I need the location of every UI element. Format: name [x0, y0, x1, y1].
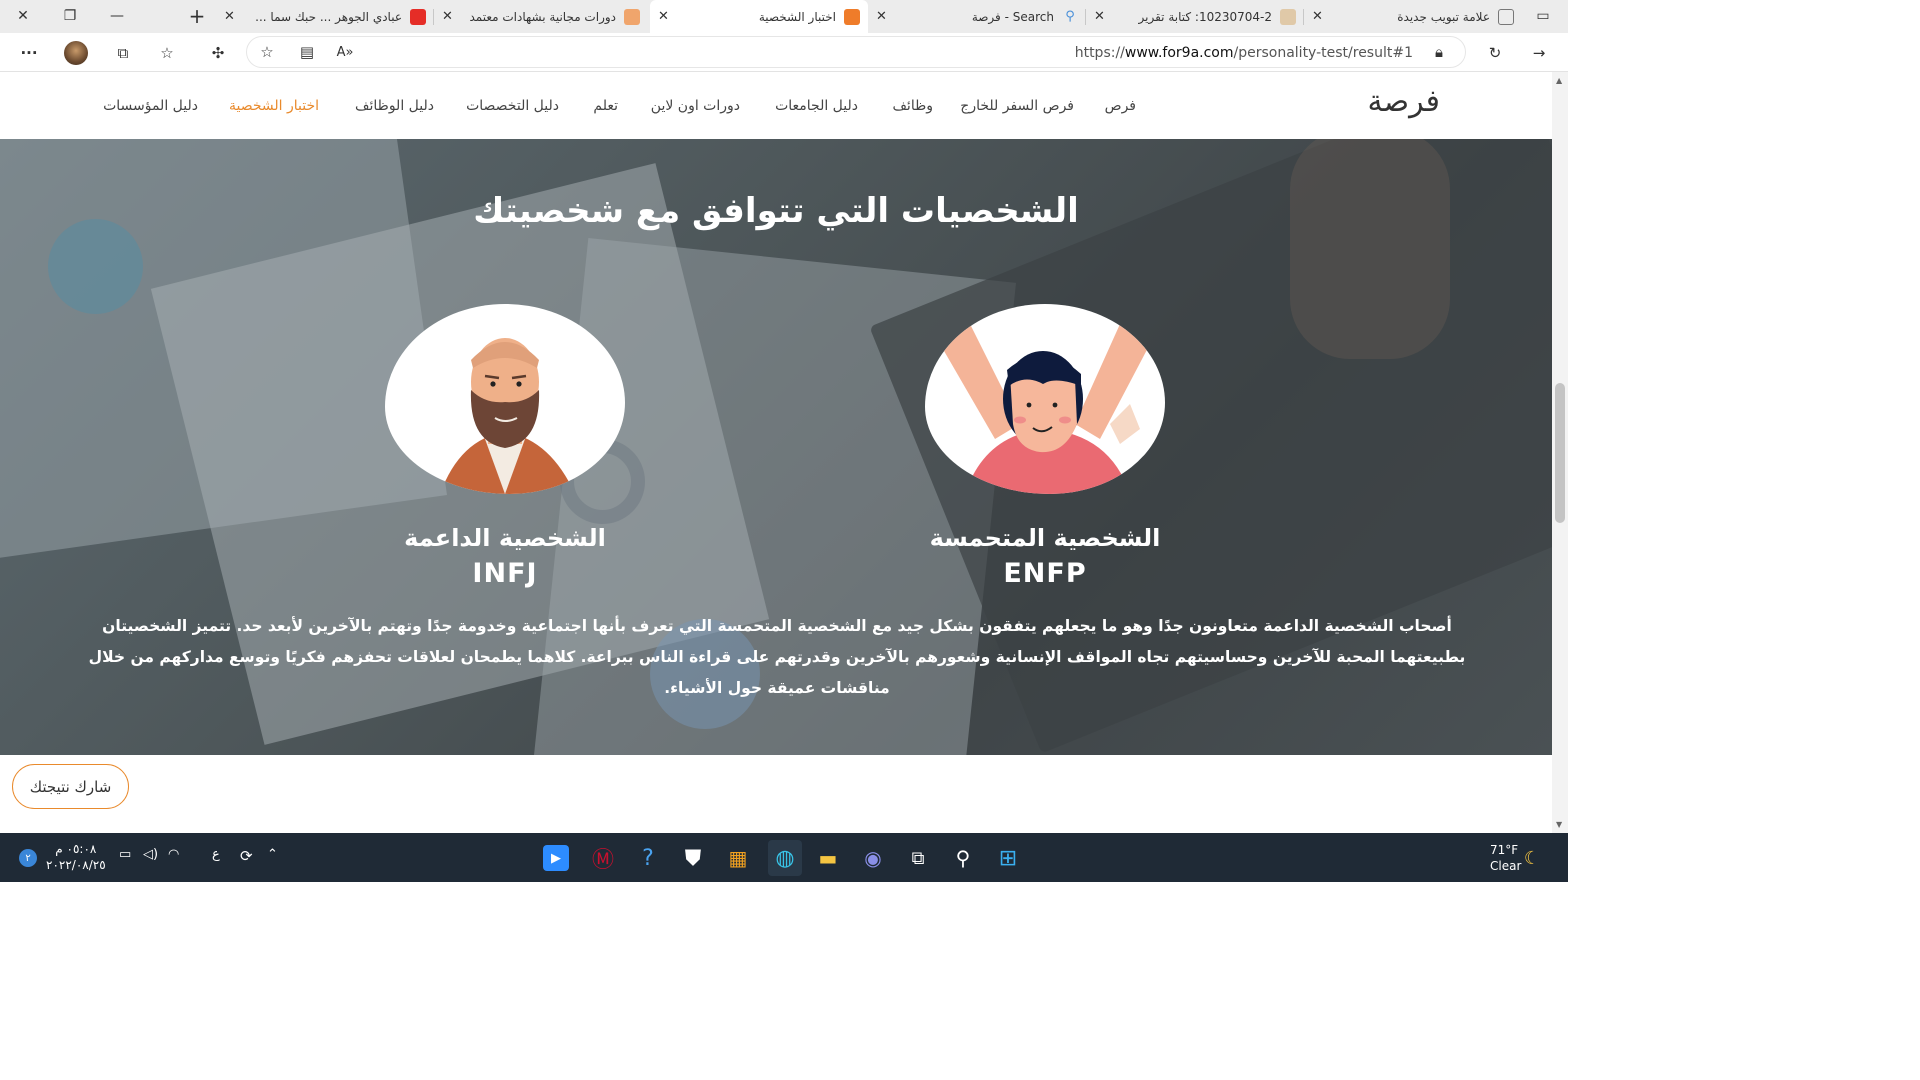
scroll-thumb[interactable]	[1555, 383, 1565, 523]
nav-travel[interactable]: فرص السفر للخارج	[960, 98, 1074, 114]
for9a-favicon-icon	[844, 8, 860, 25]
section-title: الشخصيات التي تتوافق مع شخصيتك	[473, 191, 1079, 231]
tab-personality-test[interactable]: ✕ اختبار الشخصية	[650, 0, 868, 33]
site-header: فرصة فرص فرص السفر للخارج وظائف دليل الج…	[0, 72, 1552, 139]
page-scrollbar[interactable]: ▲ ▼	[1552, 72, 1568, 833]
start-icon[interactable]: ⊞	[993, 843, 1023, 873]
nav-opportunities[interactable]: فرص	[1105, 98, 1136, 114]
windows-taskbar: 71°F Clear ☾ ▶ Ⓜ ? ⛊ ▦ ◍ ▬ ◉ ⧉ ⚲ ⊞ ⌃ ⟳ ع…	[0, 833, 1568, 882]
infj-name: الشخصية الداعمة	[404, 524, 606, 552]
background-pie-chart	[48, 219, 143, 314]
search-icon[interactable]: ⚲	[948, 843, 978, 873]
more-menu-icon[interactable]: ···	[15, 40, 43, 66]
forward-icon[interactable]: →	[1525, 40, 1553, 66]
enfp-type: الشخصية المتحمسة ENFP	[895, 524, 1195, 589]
immersive-reader-icon[interactable]: ▤	[293, 39, 321, 65]
new-tab-page-icon	[1498, 8, 1514, 25]
tab-courses[interactable]: ✕ دورات مجانية بشهادات معتمد	[434, 0, 648, 33]
refresh-icon[interactable]: ↻	[1481, 40, 1509, 66]
youtube-icon	[410, 8, 426, 25]
file-explorer-icon[interactable]: ▬	[813, 843, 843, 873]
close-tab-icon[interactable]: ✕	[1312, 9, 1328, 24]
nav-online-courses[interactable]: دورات اون لاين	[651, 98, 740, 114]
tab-actions-icon[interactable]: ▭	[1530, 4, 1556, 28]
close-tab-icon[interactable]: ✕	[658, 9, 674, 24]
new-tab-icon[interactable]: +	[184, 4, 210, 28]
scroll-up-icon[interactable]: ▲	[1556, 76, 1562, 85]
nav-jobs[interactable]: وظائف	[892, 98, 933, 114]
clock-time: ٠٥:٠٨ م	[55, 842, 97, 856]
notification-badge[interactable]: ٢	[19, 849, 37, 867]
nav-learn[interactable]: تعلم	[593, 98, 618, 114]
url-text: https://www.for9a.com/personality-test/r…	[1074, 45, 1413, 61]
nav-personality-test[interactable]: اختبار الشخصية	[229, 98, 319, 114]
compatibility-description: أصحاب الشخصية الداعمة متعاونون جدًا وهو …	[88, 617, 1466, 697]
battery-icon[interactable]: ▭	[119, 847, 131, 862]
moon-icon: ☾	[1523, 847, 1541, 869]
tab-title: 10230704-2: كتابة تقرير	[1138, 9, 1272, 24]
profile-avatar[interactable]	[62, 40, 90, 66]
show-hidden-icons-icon[interactable]: ⌃	[267, 847, 278, 862]
address-bar[interactable]: ☆ ▤ A» https://www.for9a.com/personality…	[246, 36, 1466, 68]
background-hand	[1290, 139, 1450, 359]
favorites-icon[interactable]: ☆	[153, 40, 181, 66]
close-tab-icon[interactable]: ✕	[224, 9, 240, 24]
infj-code: INFJ	[472, 558, 538, 589]
enfp-code: ENFP	[1003, 558, 1087, 589]
edge-icon[interactable]: ◍	[768, 840, 802, 876]
tab-title: Search - فرصة	[971, 9, 1054, 24]
tab-report[interactable]: ✕ 10230704-2: كتابة تقرير	[1086, 0, 1304, 33]
clock-date: ٢٠٢٢/٠٨/٢٥	[46, 858, 106, 872]
infj-avatar	[385, 304, 625, 494]
mcafee-icon[interactable]: Ⓜ	[588, 843, 618, 873]
restore-window-icon[interactable]: ❐	[57, 4, 83, 28]
enfp-name: الشخصية المتحمسة	[929, 524, 1161, 552]
tab-youtube[interactable]: ✕ عبادي الجوهر ... حبك سما ...	[216, 0, 434, 33]
collections-icon[interactable]: ⧉	[109, 40, 137, 66]
address-toolbar: ··· ⧉ ☆ ✣ ☆ ▤ A» https://www.for9a.com/p…	[0, 33, 1568, 72]
tab-title: عبادي الجوهر ... حبك سما ...	[255, 9, 402, 24]
input-language[interactable]: ع	[212, 847, 220, 862]
tab-title: اختبار الشخصية	[758, 9, 836, 24]
read-aloud-icon[interactable]: A»	[331, 39, 359, 65]
chat-icon[interactable]: ◉	[858, 843, 888, 873]
zoom-icon[interactable]: ▶	[543, 845, 569, 871]
app-shield-icon[interactable]: ⛊	[678, 843, 708, 873]
nav-job-guide[interactable]: دليل الوظائف	[355, 98, 434, 114]
tab-title: علامة تبويب جديدة	[1397, 9, 1490, 24]
tab-search[interactable]: ✕ Search - فرصة ⚲	[868, 0, 1086, 33]
close-tab-icon[interactable]: ✕	[876, 9, 892, 24]
sync-icon[interactable]: ⟳	[240, 847, 253, 865]
clock[interactable]: ٠٥:٠٨ م ٢٠٢٢/٠٨/٢٥	[46, 841, 106, 873]
report-favicon-icon	[1280, 8, 1296, 25]
nav-institutions[interactable]: دليل المؤسسات	[103, 98, 198, 114]
enfp-avatar	[925, 304, 1165, 494]
infj-type: الشخصية الداعمة INFJ	[355, 524, 655, 589]
browser-tab-strip: ✕ ❐ — + ✕ عبادي الجوهر ... حبك سما ... ✕…	[0, 0, 1568, 33]
close-tab-icon[interactable]: ✕	[442, 9, 458, 24]
lock-icon[interactable]: 🔒︎	[1425, 39, 1453, 65]
minimize-window-icon[interactable]: —	[104, 4, 130, 28]
add-favorite-icon[interactable]: ☆	[253, 39, 281, 65]
wifi-icon[interactable]: ◠	[168, 847, 179, 862]
for9a-favicon-icon	[624, 8, 640, 25]
volume-icon[interactable]: ◁)	[143, 847, 158, 862]
share-result-button[interactable]: شارك نتيجتك	[12, 764, 129, 809]
nav-majors[interactable]: دليل التخصصات	[466, 98, 559, 114]
nav-universities[interactable]: دليل الجامعات	[775, 98, 858, 114]
close-tab-icon[interactable]: ✕	[1094, 9, 1110, 24]
tab-new[interactable]: ✕ علامة تبويب جديدة	[1304, 0, 1522, 33]
close-window-icon[interactable]: ✕	[10, 4, 36, 28]
search-icon: ⚲	[1065, 8, 1075, 24]
extensions-icon[interactable]: ✣	[204, 40, 232, 66]
help-icon[interactable]: ?	[633, 843, 663, 873]
store-icon[interactable]: ▦	[723, 843, 753, 873]
scroll-down-icon[interactable]: ▼	[1556, 820, 1562, 829]
task-view-icon[interactable]: ⧉	[903, 843, 933, 873]
compatible-personalities-section: الشخصيات التي تتوافق مع شخصيتك الشخصية ا…	[0, 139, 1552, 755]
site-logo[interactable]: فرصة	[1368, 84, 1440, 119]
tab-title: دورات مجانية بشهادات معتمد	[469, 9, 616, 24]
